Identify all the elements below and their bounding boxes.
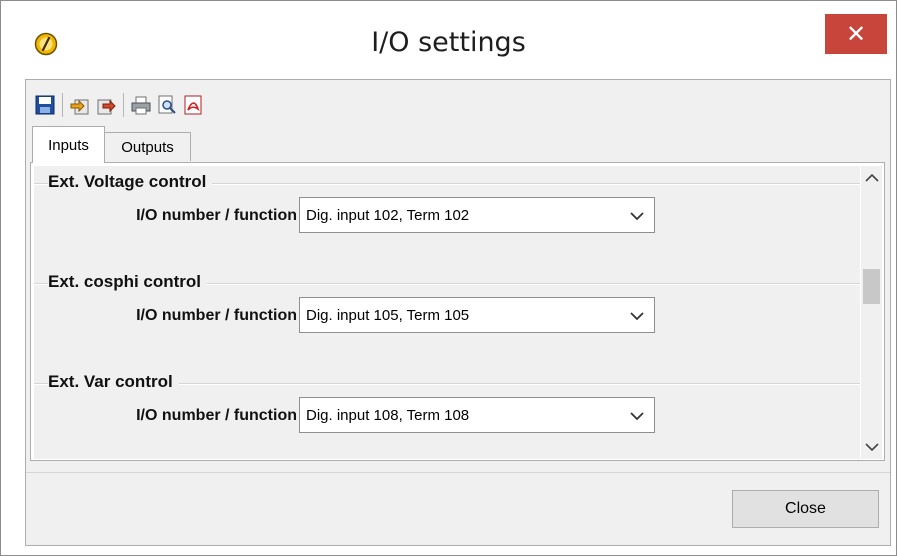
toolbar-separator [123, 93, 124, 117]
dropdown-value: Dig. input 108, Term 108 [306, 407, 470, 424]
close-button-label: Close [785, 500, 826, 517]
io-function-dropdown[interactable]: Dig. input 105, Term 105 [299, 297, 655, 333]
save-icon[interactable] [34, 94, 56, 116]
group-title: Ext. Voltage control [48, 172, 213, 192]
scrollbar-thumb[interactable] [863, 269, 880, 304]
chevron-down-icon [630, 312, 644, 321]
field-label: I/O number / function [136, 207, 297, 224]
scroll-down-button[interactable] [861, 435, 882, 459]
scroll-up-button[interactable] [861, 166, 882, 190]
group-ext-voltage-control: Ext. Voltage control I/O number / functi… [34, 172, 860, 269]
chevron-down-icon [864, 443, 879, 452]
tab-outputs[interactable]: Outputs [105, 132, 191, 161]
pdf-icon[interactable] [182, 94, 204, 116]
vertical-scrollbar[interactable] [861, 166, 882, 459]
title-bar[interactable]: I/O settings ✕ [1, 1, 896, 79]
print-preview-icon[interactable] [156, 94, 178, 116]
print-icon[interactable] [130, 94, 152, 116]
window-title: I/O settings [371, 27, 526, 58]
tab-inputs[interactable]: Inputs [32, 126, 105, 163]
dropdown-value: Dig. input 105, Term 105 [306, 307, 470, 324]
footer-divider [26, 472, 890, 473]
scroll-content: Ext. Voltage control I/O number / functi… [34, 166, 860, 459]
io-function-dropdown[interactable]: Dig. input 102, Term 102 [299, 197, 655, 233]
export-icon[interactable] [95, 94, 117, 116]
window-close-button[interactable]: ✕ [825, 14, 887, 54]
toolbar-separator [62, 93, 63, 117]
toolbar [34, 90, 208, 120]
chevron-up-icon [864, 173, 879, 182]
tab-label: Outputs [121, 138, 174, 156]
chevron-down-icon [630, 212, 644, 221]
group-ext-cosphi-control: Ext. cosphi control I/O number / functio… [34, 272, 860, 369]
dropdown-value: Dig. input 102, Term 102 [306, 207, 470, 224]
field-label: I/O number / function [136, 407, 297, 424]
chevron-down-icon [630, 412, 644, 421]
group-ext-var-control: Ext. Var control I/O number / function D… [34, 372, 860, 459]
group-title: Ext. cosphi control [48, 272, 208, 292]
field-label: I/O number / function [136, 307, 297, 324]
close-icon: ✕ [845, 20, 867, 48]
inputs-tab-page: Ext. Voltage control I/O number / functi… [30, 162, 885, 461]
dialog-client-area: Inputs Outputs Ext. Voltage control I/O … [25, 79, 891, 546]
tab-label: Inputs [48, 136, 89, 154]
close-button[interactable]: Close [732, 490, 879, 528]
group-title: Ext. Var control [48, 372, 179, 392]
io-settings-dialog: I/O settings ✕ Inputs Outputs Ext. Volta… [0, 0, 897, 556]
import-icon[interactable] [69, 94, 91, 116]
io-function-dropdown[interactable]: Dig. input 108, Term 108 [299, 397, 655, 433]
